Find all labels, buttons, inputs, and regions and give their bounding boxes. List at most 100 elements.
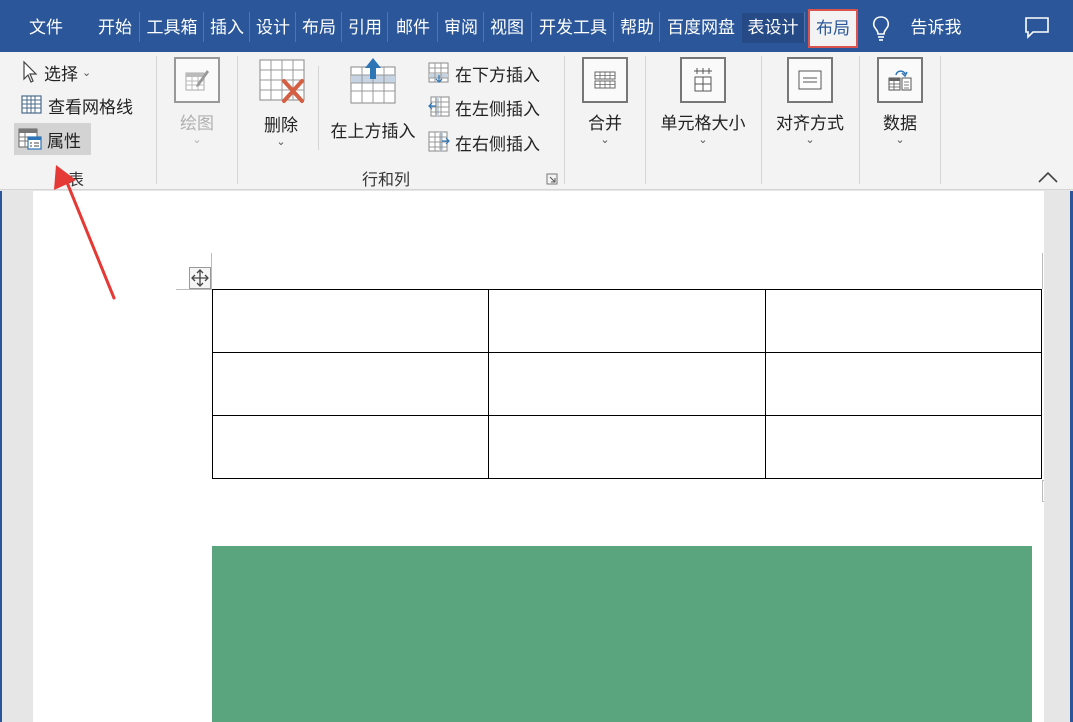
chevron-down-icon: ⌄ (805, 133, 815, 146)
merge-button[interactable]: 合并 ⌄ (575, 57, 635, 146)
merge-icon (582, 57, 628, 103)
draw-label: 绘图 (180, 114, 214, 134)
draw-table-icon (174, 57, 220, 103)
green-shape[interactable] (212, 546, 1032, 722)
tab-help[interactable]: 帮助 (617, 13, 657, 43)
tab-separator (613, 12, 614, 42)
insert-left-icon (428, 96, 450, 117)
properties-button[interactable]: 属性 (14, 123, 91, 155)
cell-size-icon (680, 57, 726, 103)
table-row (211, 289, 1043, 353)
group-label-rows-columns: 行和列 (362, 170, 411, 189)
table-cell[interactable] (488, 352, 766, 416)
insert-left-button[interactable]: 在左侧插入 (424, 91, 543, 123)
tab-design[interactable]: 设计 (253, 13, 293, 43)
insert-above-label: 在上方插入 (330, 122, 416, 142)
tab-layout[interactable]: 布局 (299, 13, 339, 43)
chevron-down-icon: ⌄ (600, 133, 610, 146)
alignment-button[interactable]: 对齐方式 ⌄ (770, 57, 850, 146)
button-separator (318, 66, 319, 150)
properties-label: 属性 (47, 131, 81, 152)
insert-right-label: 在右侧插入 (455, 134, 540, 155)
ribbon-tab-bar: 文件 开始 工具箱 插入 设计 布局 引用 邮件 审阅 视图 开发工具 帮助 百… (0, 0, 1073, 52)
tab-separator (804, 12, 805, 42)
chevron-down-icon: ⌄ (276, 135, 286, 148)
table-row (211, 352, 1043, 416)
group-separator (156, 56, 157, 184)
chevron-down-icon: ⌄ (698, 133, 708, 146)
insert-below-label: 在下方插入 (455, 65, 540, 86)
table-cell[interactable] (211, 352, 490, 416)
delete-button[interactable]: 删除 ⌄ (253, 57, 309, 148)
insert-above-icon (350, 58, 396, 104)
comment-icon[interactable] (1024, 16, 1050, 40)
tab-separator (659, 12, 660, 42)
group-separator (761, 56, 762, 184)
insert-right-button[interactable]: 在右侧插入 (424, 126, 543, 158)
tab-insert[interactable]: 插入 (207, 13, 247, 43)
window-border-left (0, 191, 2, 722)
tab-review[interactable]: 审阅 (441, 13, 481, 43)
tab-view[interactable]: 视图 (487, 13, 527, 43)
table-right-mark (1042, 253, 1043, 289)
table-corner-mark (176, 289, 212, 290)
chevron-down-icon: ⌄ (82, 65, 92, 79)
tab-separator (249, 12, 250, 42)
merge-label: 合并 (588, 114, 622, 134)
table-cell[interactable] (764, 415, 1043, 479)
data-icon (877, 57, 923, 103)
group-separator (940, 56, 941, 184)
tab-baidu-netdisk[interactable]: 百度网盘 (663, 13, 739, 43)
dialog-launcher-icon[interactable] (546, 173, 558, 185)
group-separator (564, 56, 565, 184)
tab-table-layout[interactable]: 布局 (808, 9, 858, 48)
table-resize-handle[interactable] (1042, 480, 1044, 502)
alignment-icon (787, 57, 833, 103)
table-cell[interactable] (488, 415, 766, 479)
tab-separator (203, 12, 204, 42)
select-button[interactable]: 选择 ⌄ (17, 56, 94, 88)
tell-me-search[interactable]: 告诉我 (906, 13, 966, 43)
group-separator (645, 56, 646, 184)
tab-toolbox[interactable]: 工具箱 (143, 13, 201, 43)
tab-table-design[interactable]: 表设计 (742, 13, 804, 43)
insert-above-button[interactable]: 在上方插入 (326, 57, 420, 142)
move-arrows-icon (191, 269, 209, 287)
view-gridlines-button[interactable]: 查看网格线 (17, 89, 136, 121)
tab-separator (531, 12, 532, 42)
collapse-ribbon-icon[interactable] (1036, 169, 1060, 185)
table-cell[interactable] (211, 415, 490, 479)
data-button[interactable]: 数据 ⌄ (872, 57, 928, 146)
cell-size-button[interactable]: 单元格大小 ⌄ (653, 57, 753, 146)
alignment-label: 对齐方式 (776, 114, 844, 134)
insert-right-icon (428, 131, 450, 152)
insert-below-button[interactable]: 在下方插入 (424, 57, 543, 89)
lightbulb-icon[interactable] (868, 14, 894, 42)
tab-references[interactable]: 引用 (345, 13, 385, 43)
cursor-arrow-icon (23, 60, 38, 83)
tab-separator (295, 12, 296, 42)
tab-separator (139, 12, 140, 42)
table-cell[interactable] (764, 352, 1043, 416)
delete-label: 删除 (264, 116, 298, 136)
tab-separator (483, 12, 484, 42)
tab-developer[interactable]: 开发工具 (535, 13, 611, 43)
tab-mailings[interactable]: 邮件 (393, 13, 433, 43)
table-cell[interactable] (764, 289, 1043, 353)
tab-home[interactable]: 开始 (95, 13, 135, 43)
gridlines-icon (21, 95, 42, 114)
tab-file[interactable]: 文件 (26, 13, 66, 43)
table-properties-icon (18, 128, 42, 150)
table-cell[interactable] (488, 289, 766, 353)
table-cell[interactable] (211, 289, 490, 353)
table-move-handle[interactable] (189, 267, 211, 289)
draw-table-button[interactable]: 绘图 ⌄ (170, 57, 224, 146)
data-label: 数据 (883, 114, 917, 134)
insert-left-label: 在左侧插入 (455, 99, 540, 120)
insert-below-icon (428, 62, 449, 83)
ribbon-panel: 选择 ⌄ 查看网格线 属性 表 绘图 ⌄ 删除 ⌄ 在上方插入 在下方插入 在左… (0, 52, 1073, 190)
view-gridlines-label: 查看网格线 (48, 97, 133, 118)
group-label-table: 表 (68, 170, 85, 189)
tab-separator (387, 12, 388, 42)
group-separator (859, 56, 860, 184)
